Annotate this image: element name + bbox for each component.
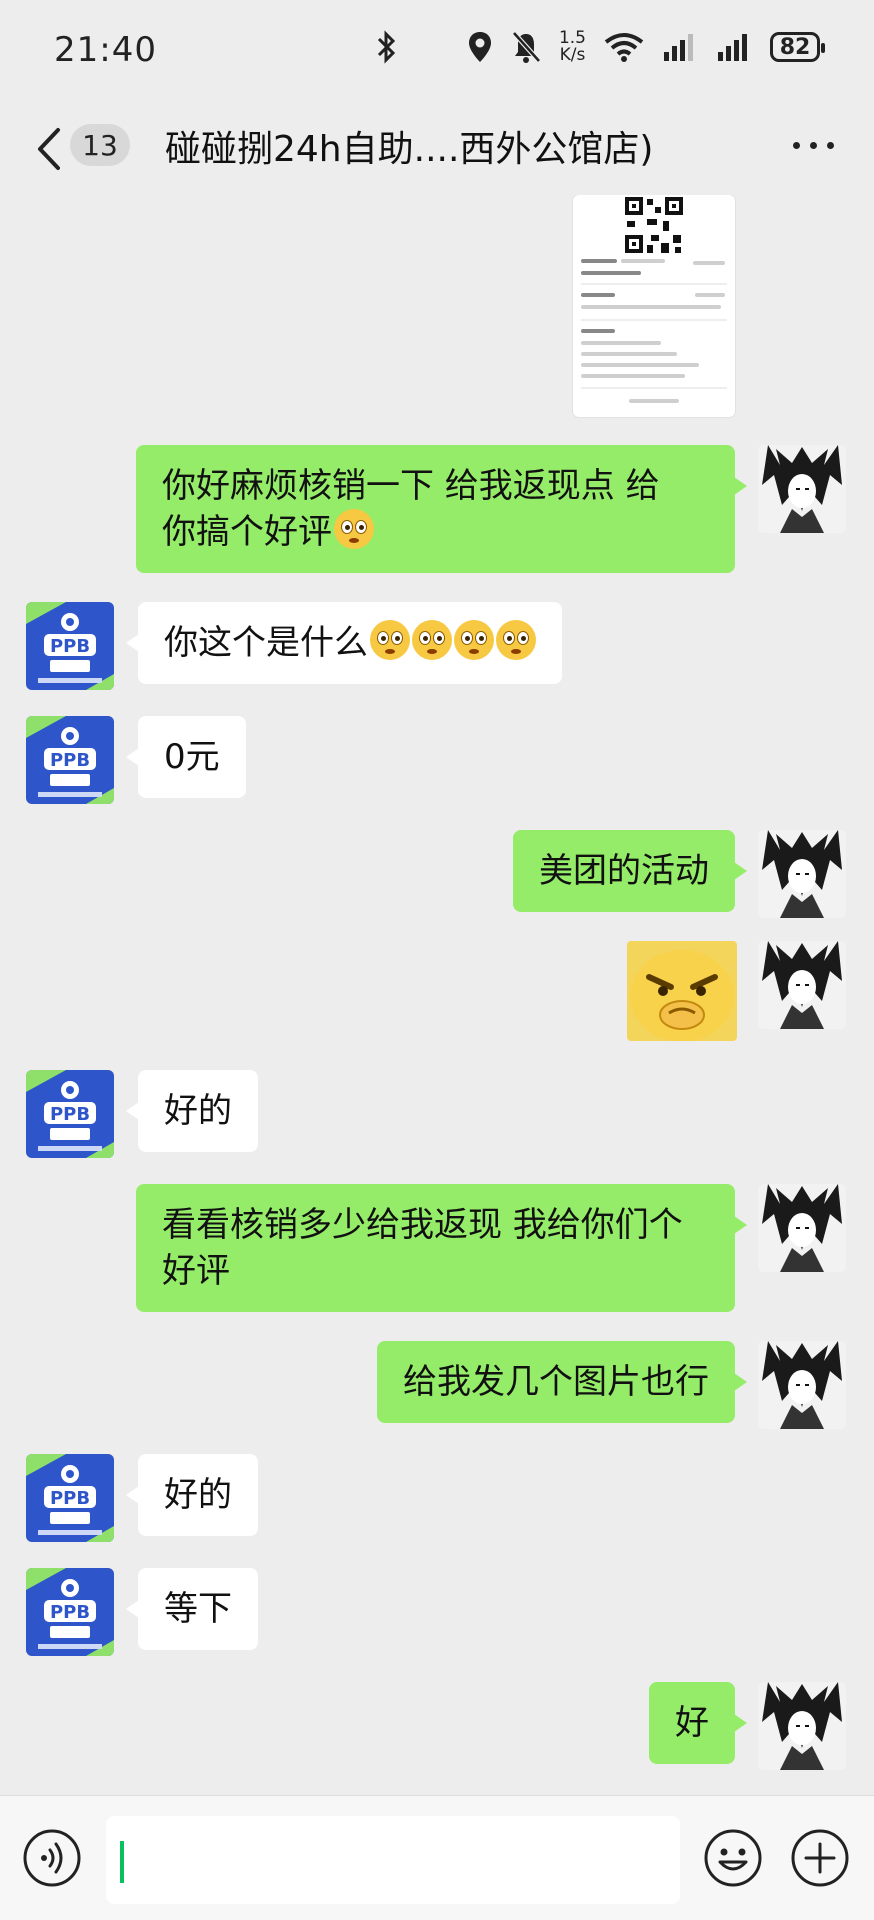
status-icons: 1.5 K/s 82	[467, 30, 825, 64]
ticket-text-line	[581, 293, 615, 297]
svg-text:PPB: PPB	[50, 636, 90, 657]
avatar-self[interactable]	[758, 1341, 846, 1429]
ticket-text-line	[695, 293, 725, 297]
ticket-text-line	[581, 305, 721, 309]
battery-icon: 82	[770, 32, 825, 62]
svg-text:PPB: PPB	[50, 1602, 90, 1623]
more-options-icon[interactable]	[793, 142, 834, 149]
message-text: 美团的活动	[539, 851, 709, 891]
ticket-text-line	[621, 259, 665, 263]
plus-icon[interactable]	[790, 1828, 850, 1888]
text-cursor	[120, 1841, 124, 1883]
back-arrow-icon[interactable]	[34, 126, 64, 172]
message-text: 好评	[162, 1251, 230, 1291]
signal-icon	[664, 34, 693, 61]
unread-count-badge[interactable]: 13	[70, 124, 130, 166]
ticket-text-line	[581, 363, 699, 367]
avatar-self[interactable]	[758, 1184, 846, 1272]
avatar-self[interactable]	[758, 941, 846, 1029]
flushed-face-emoji-icon	[496, 620, 536, 660]
ticket-text-line	[581, 271, 641, 275]
message-bubble-incoming[interactable]: 好的	[126, 1454, 258, 1536]
input-bar	[0, 1795, 874, 1920]
voice-icon[interactable]	[22, 1828, 82, 1888]
flushed-face-emoji-icon	[334, 509, 374, 549]
message-bubble-incoming[interactable]: 好的	[126, 1070, 258, 1152]
message-bubble-incoming[interactable]: 0元	[126, 716, 246, 798]
avatar-contact[interactable]: PPB	[26, 1454, 114, 1542]
qr-code-icon	[623, 195, 685, 255]
message-text: 你这个是什么	[164, 623, 368, 663]
flushed-face-emoji-icon	[412, 620, 452, 660]
svg-text:PPB: PPB	[50, 1488, 90, 1509]
message-bubble-outgoing[interactable]: 给我发几个图片也行	[377, 1341, 747, 1423]
emoji-icon[interactable]	[703, 1828, 763, 1888]
message-bubble-outgoing[interactable]: 好	[649, 1682, 747, 1764]
message-text: 等下	[164, 1589, 232, 1629]
message-bubble-outgoing[interactable]: 看看核销多少给我返现 我给你们个 好评	[136, 1184, 747, 1312]
avatar-self[interactable]	[758, 1682, 846, 1770]
avatar-contact[interactable]: PPB	[26, 602, 114, 690]
mute-bell-icon	[512, 31, 541, 63]
message-text: 给我发几个图片也行	[403, 1362, 709, 1402]
message-text: 你好麻烦核销一下 给我返现点 给	[162, 466, 660, 506]
location-icon	[468, 32, 491, 62]
ticket-text-line	[581, 374, 685, 378]
wifi-icon	[604, 33, 644, 62]
message-input[interactable]	[106, 1816, 680, 1904]
net-speed: 1.5 K/s	[559, 30, 586, 64]
ticket-text-line	[581, 329, 615, 333]
ticket-divider	[581, 387, 727, 389]
avatar-contact[interactable]: PPB	[26, 1070, 114, 1158]
message-bubble-outgoing[interactable]: 美团的活动	[513, 830, 747, 912]
message-text: 你搞个好评	[162, 512, 332, 552]
message-text: 好的	[164, 1475, 232, 1515]
avatar-self[interactable]	[758, 445, 846, 533]
ticket-text-line	[581, 341, 661, 345]
flushed-face-emoji-icon	[454, 620, 494, 660]
ticket-text-line	[581, 352, 677, 356]
message-bubble-outgoing[interactable]: 你好麻烦核销一下 给我返现点 给 你搞个好评	[136, 445, 747, 573]
angry-face-sticker[interactable]	[627, 941, 737, 1041]
ticket-text-line	[581, 259, 617, 263]
ticket-divider	[581, 319, 727, 321]
avatar-contact[interactable]: PPB	[26, 1568, 114, 1656]
message-text: 0元	[164, 737, 220, 777]
avatar-self[interactable]	[758, 830, 846, 918]
net-speed-unit: K/s	[559, 45, 586, 65]
ticket-text-line	[629, 399, 679, 403]
message-bubble-incoming[interactable]: 等下	[126, 1568, 258, 1650]
svg-text:PPB: PPB	[50, 1104, 90, 1125]
svg-text:PPB: PPB	[50, 750, 90, 771]
message-text: 好的	[164, 1091, 232, 1131]
message-bubble-incoming[interactable]: 你这个是什么	[126, 602, 562, 684]
ticket-qr-image[interactable]	[573, 195, 735, 417]
chat-title: 碰碰捌24h自助....西外公馆店)	[165, 129, 654, 170]
bluetooth-icon	[377, 30, 396, 64]
ticket-text-line	[693, 261, 725, 265]
avatar-contact[interactable]: PPB	[26, 716, 114, 804]
flushed-face-emoji-icon	[370, 620, 410, 660]
ticket-divider	[581, 283, 727, 285]
message-text: 看看核销多少给我返现 我给你们个	[162, 1205, 683, 1245]
message-text: 好	[675, 1703, 709, 1743]
status-time: 21:40	[54, 30, 157, 70]
message-list[interactable]: 你好麻烦核销一下 给我返现点 给 你搞个好评 PPB 你这个是什么 PPB 0元…	[0, 195, 874, 1795]
signal-icon	[718, 34, 747, 61]
